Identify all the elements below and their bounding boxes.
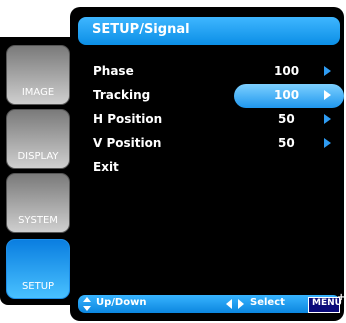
menu-header: SETUP/Signal <box>78 17 340 45</box>
page-title: SETUP/Signal <box>92 22 190 37</box>
tab-display[interactable]: DISPLAY <box>6 109 70 169</box>
tab-label: DISPLAY <box>17 151 59 162</box>
arrow-right-icon[interactable] <box>324 138 331 148</box>
tab-label: SETUP <box>21 281 55 292</box>
updown-icon <box>83 297 91 311</box>
tab-system[interactable]: SYSTEM <box>6 173 70 233</box>
menu-item-tracking[interactable]: Tracking 100 <box>78 84 344 108</box>
menu-item-label: Tracking <box>93 88 151 102</box>
menu-item-v-position[interactable]: V Position 50 <box>78 133 340 155</box>
menu-item-value: 50 <box>278 136 295 150</box>
arrow-right-icon[interactable] <box>324 66 331 76</box>
menu-item-h-position[interactable]: H Position 50 <box>78 109 340 131</box>
updown-hint: Up/Down <box>96 297 147 308</box>
menu-item-phase[interactable]: Phase 100 <box>78 61 340 83</box>
arrow-right-icon[interactable] <box>324 90 331 100</box>
menu-item-label: Exit <box>93 160 119 174</box>
select-hint: Select <box>250 297 285 308</box>
menu-item-label: H Position <box>93 112 163 126</box>
tab-image[interactable]: IMAGE <box>6 45 70 105</box>
tab-setup[interactable]: SETUP <box>6 239 70 299</box>
sidebar: IMAGE DISPLAY SYSTEM SETUP <box>0 37 72 305</box>
plus-icon: + <box>337 292 346 303</box>
tab-label: SYSTEM <box>18 215 58 226</box>
menu-item-value: 50 <box>278 112 295 126</box>
menu-item-label: V Position <box>93 136 162 150</box>
left-right-icon <box>226 299 244 309</box>
menu-item-exit[interactable]: Exit <box>78 157 340 179</box>
menu-item-value: 100 <box>274 88 300 102</box>
menu-item-value: 100 <box>274 64 300 78</box>
footer-bar: Up/Down Select MENU <box>78 295 342 313</box>
arrow-right-icon[interactable] <box>324 114 331 124</box>
tab-label: IMAGE <box>21 87 55 98</box>
menu-item-label: Phase <box>93 64 134 78</box>
menu-button[interactable]: MENU <box>308 297 342 313</box>
